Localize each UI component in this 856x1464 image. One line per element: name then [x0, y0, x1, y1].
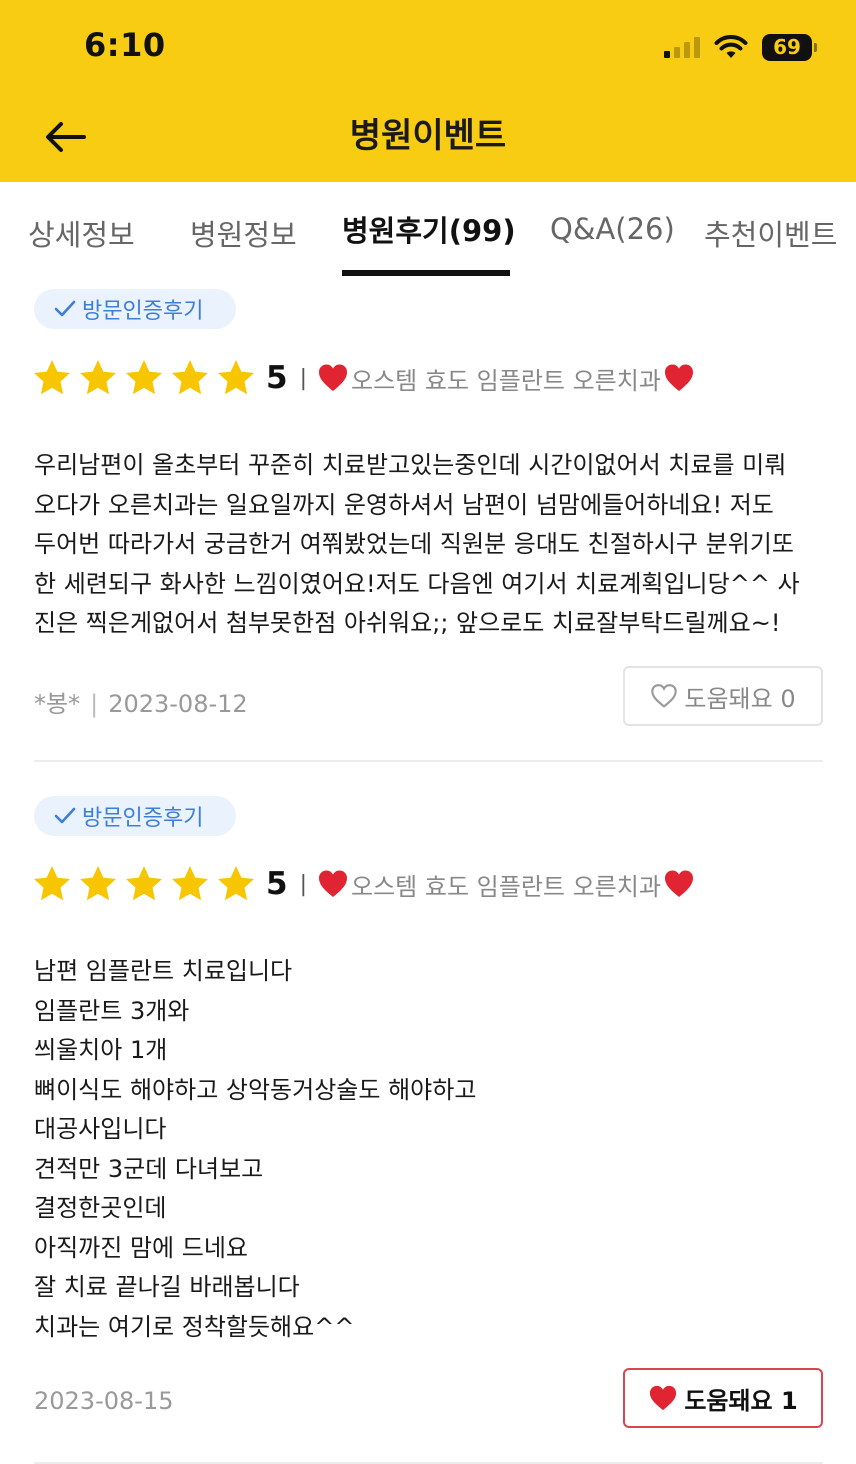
tab-hospital-info[interactable]: 병원정보	[190, 212, 297, 254]
red-heart-icon	[319, 870, 347, 897]
review-date: 2023-08-15	[34, 1387, 174, 1415]
verified-visit-badge: 방문인증후기	[34, 289, 236, 329]
star-icon	[218, 866, 254, 901]
rating-score: 5	[266, 360, 288, 396]
star-icon	[126, 360, 162, 395]
tab-detail-info[interactable]: 상세정보	[28, 212, 135, 254]
star-icon	[218, 360, 254, 395]
star-icon	[34, 866, 70, 901]
badge-label: 방문인증후기	[82, 806, 204, 831]
red-heart-icon	[319, 364, 347, 391]
review-text: 우리남편이 올초부터 꾸준히 치료받고있는중인데 시간이없어서 치료를 미뤄 오…	[34, 451, 800, 637]
rating-separator: |	[299, 871, 307, 897]
star-icon	[172, 866, 208, 901]
active-tab-indicator	[342, 270, 510, 276]
star-icon	[80, 866, 116, 901]
app-header: 6:10 69 병원이벤트	[0, 0, 856, 182]
rating-row: 5 | 오스템 효도 임플란트 오른치과	[32, 862, 695, 906]
check-icon	[54, 807, 76, 824]
review-date: 2023-08-12	[108, 690, 248, 718]
battery-icon: 69	[762, 33, 817, 61]
hospital-name: 오스템 효도 임플란트 오른치과	[351, 872, 661, 901]
tab-qna[interactable]: Q&A(26)	[550, 212, 675, 246]
red-heart-icon	[664, 870, 693, 897]
page-title: 병원이벤트	[349, 116, 507, 156]
star-icon	[172, 360, 208, 395]
review-meta: *봉* | 2023-08-12	[34, 684, 248, 719]
tab-recommended-events[interactable]: 추천이벤트	[704, 212, 837, 254]
rating-score: 5	[266, 866, 288, 902]
rating-separator: |	[299, 365, 307, 391]
review-divider	[34, 760, 823, 762]
helpful-label: 도움돼요 0	[684, 684, 796, 713]
red-heart-icon	[664, 364, 693, 391]
helpful-button[interactable]: 도움돼요 0	[623, 666, 823, 726]
verified-visit-badge: 방문인증후기	[34, 796, 236, 836]
star-icon	[34, 360, 70, 395]
star-icon	[80, 360, 116, 395]
helpful-button[interactable]: 도움돼요 1	[623, 1368, 823, 1428]
rating-row: 5 | 오스템 효도 임플란트 오른치과	[32, 356, 695, 400]
helpful-label: 도움돼요 1	[684, 1386, 798, 1415]
status-time: 6:10	[84, 26, 166, 64]
tab-bar: 상세정보 병원정보 병원후기(99) Q&A(26) 추천이벤트	[0, 182, 856, 278]
meta-separator: |	[90, 690, 99, 718]
heart-outline-icon	[651, 684, 678, 708]
badge-label: 방문인증후기	[82, 299, 204, 324]
review-meta: 2023-08-15	[34, 1387, 173, 1415]
review-author: *봉*	[34, 690, 81, 718]
star-icon	[126, 866, 162, 901]
status-icons: 69	[664, 30, 817, 64]
hospital-name: 오스템 효도 임플란트 오른치과	[351, 366, 661, 395]
review-text: 남편 임플란트 치료입니다 임플란트 3개와 씌울치아 1개 뼈이식도 해야하고…	[34, 957, 477, 1341]
signal-icon	[664, 36, 700, 58]
heart-filled-icon	[650, 1385, 677, 1411]
wifi-icon	[714, 35, 748, 58]
check-icon	[54, 300, 76, 317]
tab-hospital-reviews[interactable]: 병원후기(99)	[342, 208, 516, 250]
